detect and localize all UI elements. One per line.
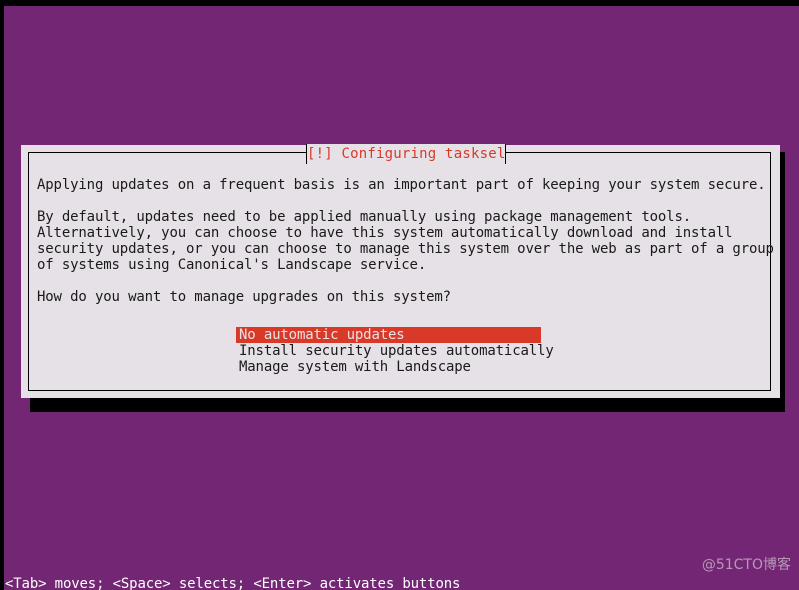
option-install-security-updates-automatically[interactable]: Install security updates automatically — [236, 343, 756, 359]
option-manage-system-with-landscape[interactable]: Manage system with Landscape — [236, 359, 756, 375]
body-line: Alternatively, you can choose to have th… — [37, 225, 733, 241]
body-line: of systems using Canonical's Landscape s… — [37, 257, 427, 273]
body-line: By default, updates need to be applied m… — [37, 209, 692, 225]
dialog-inner-frame: [!] Configuring tasksel Applying updates… — [28, 144, 774, 391]
body-line: How do you want to manage upgrades on th… — [37, 289, 451, 305]
body-line: Applying updates on a frequent basis is … — [37, 177, 766, 193]
option-no-automatic-updates[interactable]: No automatic updates — [236, 327, 541, 343]
configuring-tasksel-dialog: [!] Configuring tasksel Applying updates… — [21, 144, 780, 398]
body-line-spacer — [37, 273, 763, 289]
body-line: security updates, or you can choose to m… — [37, 241, 774, 257]
installer-screen: [!] Configuring tasksel Applying updates… — [0, 0, 799, 590]
keyboard-hint-status-bar: <Tab> moves; <Space> selects; <Enter> ac… — [5, 576, 461, 590]
dialog-title: [!] Configuring tasksel — [307, 144, 506, 164]
body-line-spacer — [37, 193, 763, 209]
watermark-label: @51CTO博客 — [701, 557, 791, 573]
title-tick-right — [505, 144, 506, 164]
upgrade-policy-option-list[interactable]: No automatic updates Install security up… — [236, 327, 756, 375]
dialog-body-text: Applying updates on a frequent basis is … — [37, 177, 774, 305]
